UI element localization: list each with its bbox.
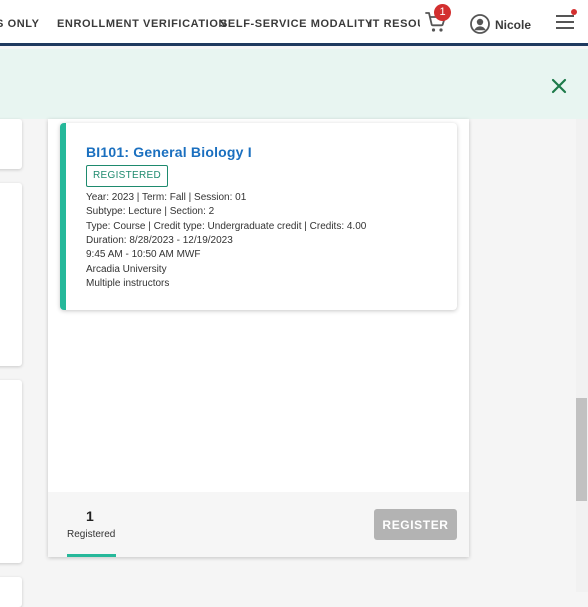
hamburger-menu-icon[interactable]: [556, 14, 574, 30]
top-navigation: S ONLY ENROLLMENT VERIFICATION SELF-SERV…: [0, 0, 588, 46]
user-icon[interactable]: [470, 14, 490, 34]
course-detail: Duration: 8/28/2023 - 12/19/2023: [86, 235, 233, 246]
adjacent-card[interactable]: [0, 577, 22, 607]
active-tab-indicator: [67, 554, 116, 557]
course-title[interactable]: BI101: General Biology I: [86, 144, 252, 160]
adjacent-card[interactable]: [0, 380, 22, 563]
adjacent-card[interactable]: [0, 119, 22, 169]
registered-label: Registered: [67, 529, 116, 540]
nav-link-self-service-modality[interactable]: SELF-SERVICE MODALITY: [220, 18, 373, 30]
nav-link-it-resources[interactable]: IT RESOU: [369, 18, 420, 30]
close-icon[interactable]: [550, 77, 568, 95]
scrollbar-thumb[interactable]: [576, 398, 587, 501]
nav-link-only[interactable]: S ONLY: [0, 18, 40, 30]
user-name[interactable]: Nicole: [495, 18, 531, 32]
course-detail: Arcadia University: [86, 264, 167, 275]
nav-link-enrollment-verification[interactable]: ENROLLMENT VERIFICATION: [57, 18, 227, 30]
cart-count-badge: 1: [434, 4, 451, 21]
nav-links: S ONLY ENROLLMENT VERIFICATION SELF-SERV…: [0, 0, 420, 46]
notification-dot: [571, 9, 577, 15]
registered-count: 1: [86, 508, 94, 524]
course-detail: Subtype: Lecture | Section: 2: [86, 206, 215, 217]
scrollbar-track[interactable]: [576, 119, 588, 592]
course-detail: Type: Course | Credit type: Undergraduat…: [86, 221, 367, 232]
course-card[interactable]: BI101: General Biology I REGISTERED Year…: [60, 123, 457, 310]
notification-banner: [0, 49, 588, 119]
status-badge: REGISTERED: [86, 165, 169, 187]
course-detail: Multiple instructors: [86, 278, 170, 289]
course-detail: 9:45 AM - 10:50 AM MWF: [86, 249, 201, 260]
course-detail: Year: 2023 | Term: Fall | Session: 01: [86, 192, 247, 203]
register-button[interactable]: REGISTER: [374, 509, 457, 540]
adjacent-card[interactable]: [0, 183, 22, 366]
